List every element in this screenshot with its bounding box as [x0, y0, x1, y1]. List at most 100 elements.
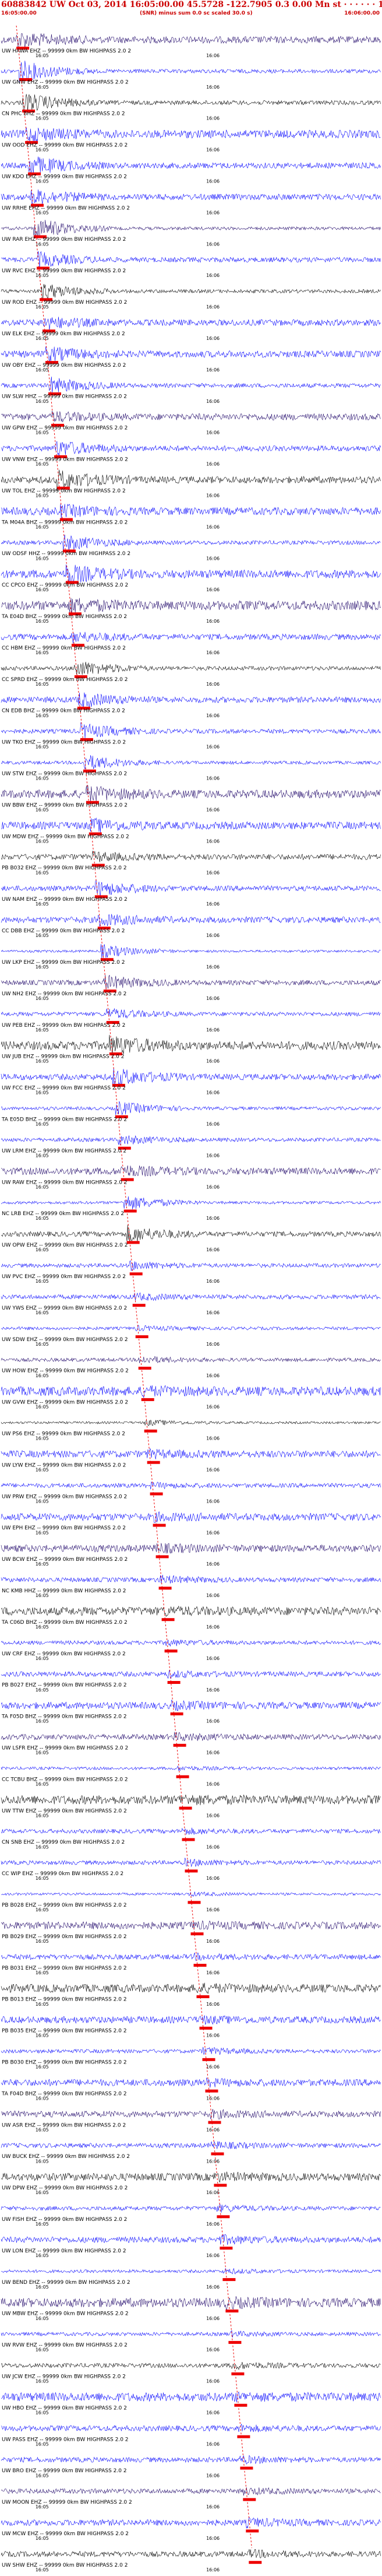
time-tick-61-0: 16:05: [36, 1970, 49, 1975]
time-tick-39-1: 16:06: [206, 1279, 220, 1284]
station-label-21: CN EDB BHZ -- 99999 0km BW HIGHPASS 2.0 …: [2, 708, 125, 714]
trace-68: [1, 2171, 381, 2183]
time-tick-42-0: 16:05: [36, 1373, 49, 1378]
trace-18: [1, 598, 381, 615]
time-tick-73-1: 16:06: [206, 2347, 220, 2353]
time-tick-68-1: 16:06: [206, 2190, 220, 2195]
time-tick-44-0: 16:05: [36, 1436, 49, 1441]
time-tick-11-1: 16:06: [206, 399, 220, 404]
pick-marker-54: [173, 1743, 186, 1747]
trace-17: [1, 564, 381, 582]
station-label-25: UW MDW EHZ -- 99999 0km BW HIGHPASS 2.0 …: [2, 834, 129, 840]
pick-marker-47: [153, 1524, 166, 1527]
time-tick-8-1: 16:06: [206, 304, 220, 310]
pick-marker-46: [150, 1492, 163, 1496]
station-label-34: TA E05D BHZ -- 99999 0km BW HIGHPASS 2.0…: [1, 1117, 127, 1123]
trace-37: [1, 1196, 381, 1210]
trace-15: [1, 503, 381, 519]
station-label-53: TA F05D BHZ -- 99999 0km BW HIGHPASS 2.0…: [1, 1714, 127, 1720]
trace-49: [1, 1574, 381, 1584]
station-label-13: UW VNW EHZ -- 99999 0km BW HIGHPASS 2.0 …: [2, 457, 128, 463]
time-tick-19-1: 16:06: [206, 650, 220, 655]
time-tick-23-0: 16:05: [36, 776, 49, 781]
station-label-58: CC WIP EHZ -- 99999 0km BW HIGHPASS 2.0 …: [2, 1871, 123, 1877]
trace-24: [1, 785, 381, 802]
time-tick-74-0: 16:05: [36, 2379, 49, 2384]
trace-21: [1, 692, 381, 708]
time-tick-54-1: 16:06: [206, 1750, 220, 1756]
trace-5: [1, 189, 381, 205]
time-tick-12-0: 16:05: [36, 430, 49, 436]
trace-52: [1, 1670, 381, 1679]
time-tick-11-0: 16:05: [36, 399, 49, 404]
time-tick-48-1: 16:06: [206, 1561, 220, 1567]
time-tick-79-0: 16:05: [36, 2536, 49, 2541]
time-tick-13-0: 16:05: [36, 462, 49, 467]
pick-marker-43: [141, 1398, 154, 1401]
time-tick-80-0: 16:05: [36, 2567, 49, 2573]
time-tick-56-1: 16:06: [206, 1813, 220, 1818]
station-label-65: TA F04D BHZ -- 99999 0km BW HIGHPASS 2.0…: [1, 2091, 127, 2097]
pick-marker-67: [211, 2152, 224, 2156]
time-tick-29-0: 16:05: [36, 964, 49, 970]
station-label-29: UW LKP EHZ -- 99999 0km BW HIGHPASS 2.0 …: [2, 960, 125, 966]
trace-48: [1, 1543, 381, 1554]
station-label-41: UW SDW EHZ -- 99999 0km BW HIGHPASS 2.0 …: [2, 1337, 128, 1343]
station-label-26: PB B032 EHZ -- 99999 0km BW HIGHPASS 2.0…: [2, 865, 127, 871]
time-tick-41-1: 16:06: [206, 1342, 220, 1347]
station-label-36: UW RAW EHZ -- 99999 0km BW HIGHPASS 2.0 …: [2, 1180, 128, 1185]
time-tick-79-1: 16:06: [206, 2536, 220, 2541]
time-tick-10-0: 16:05: [36, 367, 49, 373]
time-tick-18-1: 16:06: [206, 619, 220, 624]
station-label-12: UW GPW EHZ -- 99999 0km BW HIGHPASS 2.0 …: [2, 426, 128, 431]
station-label-30: UW NH2 EHZ -- 99999 0km BW HIGHPASS 2.0 …: [2, 991, 126, 997]
pick-marker-39: [129, 1272, 143, 1276]
time-tick-30-0: 16:05: [36, 996, 49, 1001]
trace-66: [1, 2109, 381, 2119]
time-tick-72-1: 16:06: [206, 2316, 220, 2321]
station-label-47: UW EPH EHZ -- 99999 0km BW HIGHPASS 2.0 …: [2, 1525, 126, 1531]
time-tick-77-1: 16:06: [206, 2473, 220, 2478]
trace-54: [1, 1732, 381, 1742]
station-label-23: UW STW EHZ -- 99999 0km BW HIGHPASS 2.0 …: [2, 771, 127, 777]
time-tick-36-0: 16:05: [36, 1184, 49, 1189]
time-tick-48-0: 16:05: [36, 1561, 49, 1567]
station-label-79: UW MCW EHZ -- 99999 0km BW HIGHPASS 2.0 …: [2, 2531, 129, 2537]
pick-marker-51: [164, 1650, 178, 1653]
station-label-32: UW JUB EHZ -- 99999 0km BW HIGHPASS 2.0 …: [2, 1054, 125, 1060]
trace-25: [1, 817, 381, 833]
trace-33: [1, 1067, 381, 1087]
time-tick-19-0: 16:05: [36, 650, 49, 655]
trace-79: [1, 2517, 381, 2529]
time-tick-35-1: 16:06: [206, 1153, 220, 1158]
time-tick-14-1: 16:06: [206, 493, 220, 499]
time-tick-31-0: 16:05: [36, 1027, 49, 1033]
pick-marker-76: [237, 2435, 250, 2438]
time-tick-35-0: 16:05: [36, 1153, 49, 1158]
time-tick-21-0: 16:05: [36, 713, 49, 718]
time-tick-63-0: 16:05: [36, 2033, 49, 2038]
trace-39: [1, 1260, 381, 1271]
trace-42: [1, 1356, 381, 1363]
pick-marker-68: [214, 2184, 227, 2187]
time-tick-28-0: 16:05: [36, 933, 49, 938]
pick-marker-78: [243, 2498, 256, 2501]
trace-28: [1, 914, 381, 926]
time-tick-52-1: 16:06: [206, 1687, 220, 1693]
pick-marker-72: [225, 2310, 239, 2312]
trace-80: [1, 2549, 381, 2559]
trace-70: [1, 2234, 381, 2245]
trace-77: [1, 2455, 381, 2465]
station-label-61: PB B031 EHZ -- 99999 0km BW HIGHPASS 2.0…: [2, 1966, 127, 1971]
time-tick-75-0: 16:05: [36, 2410, 49, 2416]
trace-73: [1, 2330, 381, 2338]
time-tick-59-0: 16:05: [36, 1907, 49, 1912]
trace-72: [1, 2296, 381, 2310]
station-label-67: UW BUCK EHZ -- 99999 0km BW HIGHPASS 2.0…: [2, 2154, 130, 2160]
time-tick-68-0: 16:05: [36, 2190, 49, 2195]
seismogram-plot: UW HAWA EHZ -- 99999 0km BW HIGHPASS 2.0…: [1, 25, 381, 2573]
pick-marker-37: [123, 1209, 137, 1213]
station-label-38: UW OPW EHZ -- 99999 0km BW HIGHPASS 2.0 …: [2, 1243, 128, 1248]
trace-27: [1, 879, 381, 897]
trace-45: [1, 1448, 381, 1459]
